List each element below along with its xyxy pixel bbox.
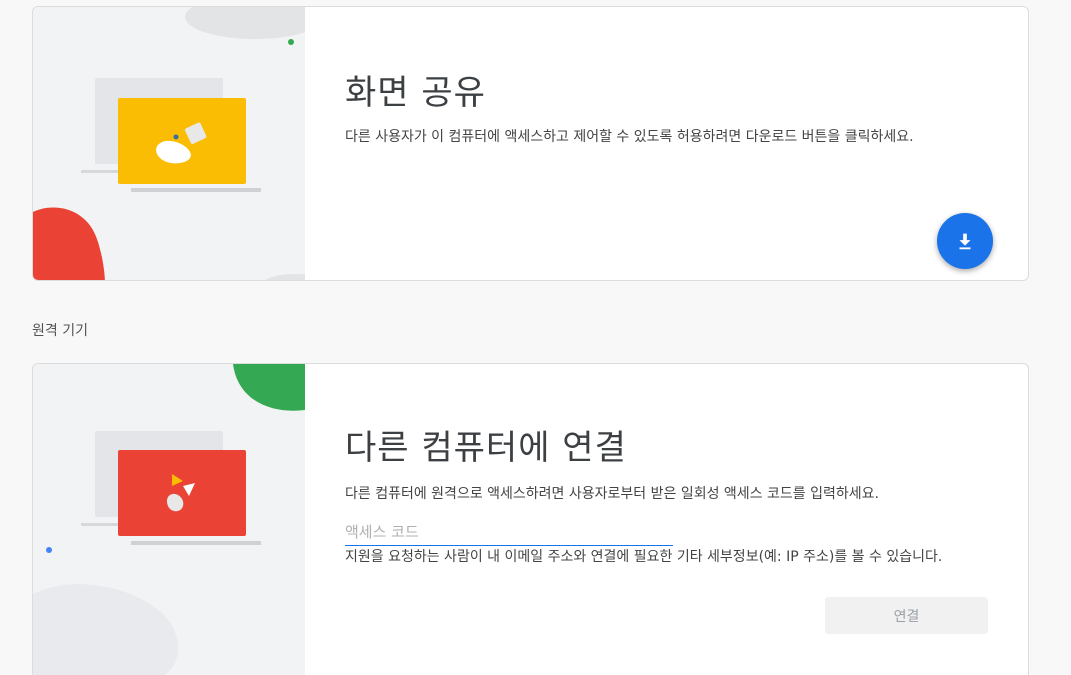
download-button[interactable] (937, 213, 993, 269)
share-description: 다른 사용자가 이 컴퓨터에 액세스하고 제어할 수 있도록 허용하려면 다운로… (345, 129, 914, 145)
share-title: 화면 공유 (345, 73, 486, 113)
share-illustration (33, 7, 305, 280)
share-screen-card: 화면 공유 다른 사용자가 이 컴퓨터에 액세스하고 제어할 수 있도록 허용하… (32, 6, 1029, 281)
connect-title: 다른 컴퓨터에 연결 (345, 428, 627, 468)
connect-button[interactable]: 연결 (825, 597, 988, 634)
connect-illustration (33, 364, 305, 675)
remote-devices-label: 원격 기기 (32, 323, 88, 339)
connect-illustration-graphic (33, 364, 305, 675)
access-code-input[interactable] (345, 519, 673, 546)
share-illustration-graphic (33, 7, 305, 280)
download-icon (959, 233, 971, 250)
connect-description: 다른 컴퓨터에 원격으로 액세스하려면 사용자로부터 받은 일회성 액세스 코드… (345, 486, 879, 502)
access-code-helper-text: 지원을 요청하는 사람이 내 이메일 주소와 연결에 필요한 기타 세부정보(예… (345, 549, 943, 565)
connect-card: 다른 컴퓨터에 연결 다른 컴퓨터에 원격으로 액세스하려면 사용자로부터 받은… (32, 363, 1029, 675)
